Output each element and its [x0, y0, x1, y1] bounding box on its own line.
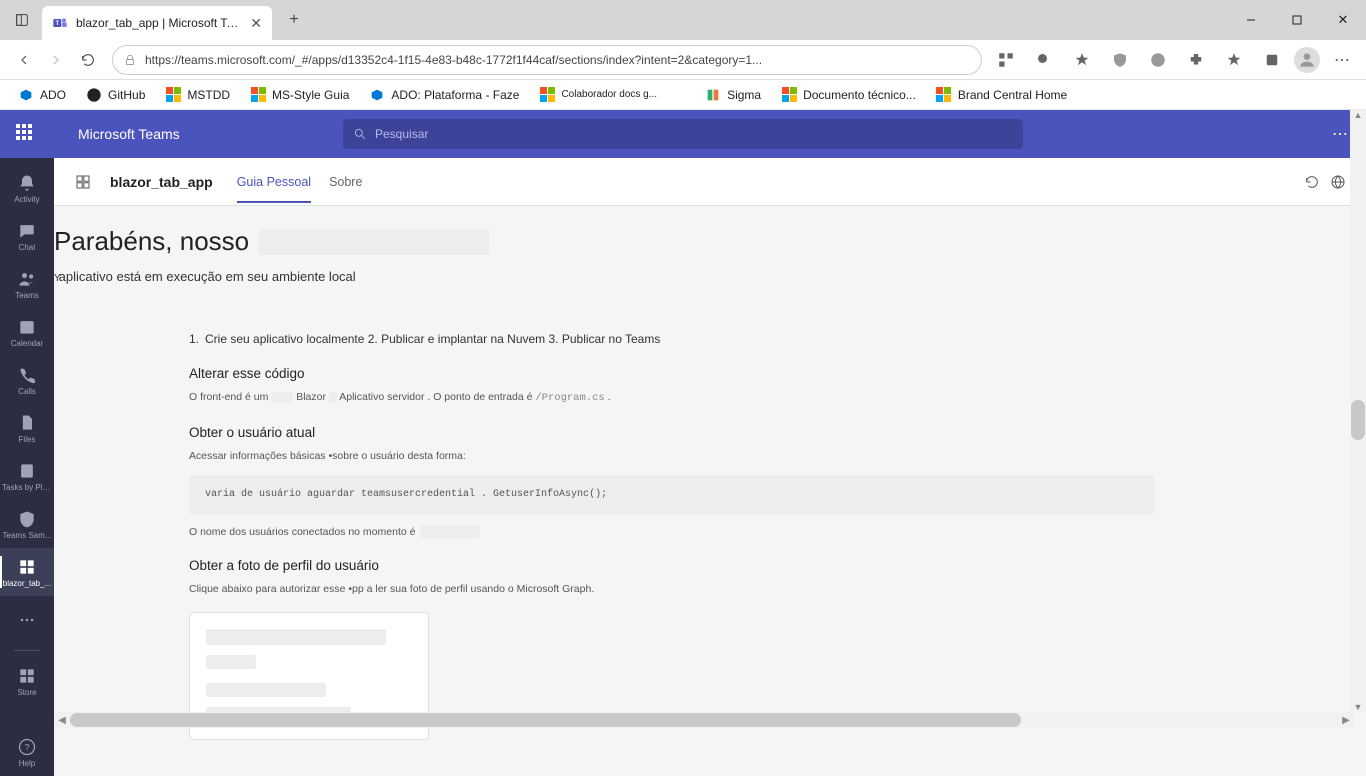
- browser-titlebar: T blazor_tab_app | Microsoft Teams ✕ + ✕: [0, 0, 1366, 40]
- rail-help[interactable]: ?Help: [0, 728, 54, 776]
- favorite-icon[interactable]: [1066, 44, 1098, 76]
- refresh-button[interactable]: [72, 44, 104, 76]
- browser-toolbar: https://teams.microsoft.com/_#/apps/d133…: [0, 40, 1366, 80]
- shield-icon[interactable]: [1104, 44, 1136, 76]
- mute-icon[interactable]: [1142, 44, 1174, 76]
- ado-icon: [369, 87, 385, 103]
- rail-teams-sample[interactable]: Teams Sam...: [0, 500, 54, 548]
- rail-more[interactable]: [0, 596, 54, 644]
- bookmark-brand[interactable]: Brand Central Home: [930, 87, 1073, 103]
- h-photo: Obter a foto de perfil do usuário: [189, 558, 1154, 573]
- h-change-code: Alterar esse código: [189, 366, 1154, 381]
- sigma-icon: [705, 87, 721, 103]
- maximize-button[interactable]: [1274, 0, 1320, 40]
- scroll-thumb-x[interactable]: [70, 713, 1021, 727]
- svg-text:?: ?: [24, 742, 29, 752]
- browser-tab[interactable]: T blazor_tab_app | Microsoft Teams ✕: [42, 6, 272, 40]
- forward-button[interactable]: [40, 44, 72, 76]
- url-text: https://teams.microsoft.com/_#/apps/d133…: [145, 53, 971, 67]
- new-tab-button[interactable]: +: [280, 6, 308, 34]
- p-username: O nome dos usuários conectados no moment…: [189, 524, 1154, 541]
- waffle-icon[interactable]: [16, 124, 36, 144]
- lock-icon: [123, 53, 137, 67]
- bookmark-github[interactable]: GitHub: [80, 87, 151, 103]
- p-frontend: O front-end é um Blazor Aplicativo servi…: [189, 389, 1154, 407]
- extensions-icon[interactable]: [1180, 44, 1212, 76]
- tab-close-icon[interactable]: ✕: [250, 15, 262, 32]
- rail-activity[interactable]: Activity: [0, 164, 54, 212]
- teams-title: Microsoft Teams: [78, 126, 180, 142]
- rail-files[interactable]: Files: [0, 404, 54, 452]
- ms-icon: [539, 87, 555, 103]
- left-rail: Activity Chat Teams Calendar Calls Files…: [0, 158, 54, 776]
- search-icon: [353, 127, 367, 141]
- globe-icon[interactable]: [1330, 174, 1346, 190]
- teams-search[interactable]: Pesquisar: [343, 119, 1023, 149]
- url-bar[interactable]: https://teams.microsoft.com/_#/apps/d133…: [112, 45, 982, 75]
- collections-icon[interactable]: [1256, 44, 1288, 76]
- app-name: blazor_tab_app: [110, 174, 213, 190]
- search-placeholder: Pesquisar: [375, 127, 428, 141]
- ms-icon: [781, 87, 797, 103]
- scroll-thumb-y[interactable]: [1351, 400, 1365, 440]
- teams-favicon-icon: T: [52, 15, 68, 31]
- bookmark-ado-platform[interactable]: ADO: Plataforma - Faze: [363, 87, 525, 103]
- rail-chat[interactable]: Chat: [0, 212, 54, 260]
- refresh-app-icon[interactable]: [1304, 174, 1320, 190]
- profile-avatar[interactable]: [1294, 47, 1320, 73]
- svg-text:T: T: [55, 21, 59, 27]
- tab-personal[interactable]: Guia Pessoal: [237, 161, 311, 203]
- close-button[interactable]: ✕: [1320, 0, 1366, 40]
- minimize-button[interactable]: [1228, 0, 1274, 40]
- teams-more-icon[interactable]: ⋯: [1332, 124, 1350, 144]
- app-tabs: blazor_tab_app Guia Pessoal Sobre: [54, 158, 1366, 206]
- rail-store[interactable]: Store: [0, 657, 54, 705]
- back-button[interactable]: [8, 44, 40, 76]
- bookmark-sigma[interactable]: Sigma: [699, 87, 767, 103]
- github-icon: [86, 87, 102, 103]
- bookmark-colab[interactable]: Colaborador docs g...: [533, 87, 663, 103]
- bookmarks-bar: ADO GitHub MSTDD MS-Style Guia ADO: Plat…: [0, 80, 1366, 110]
- ado-icon: [18, 87, 34, 103]
- p-user: Acessar informações básicas •sobre o usu…: [189, 448, 1154, 465]
- favorites-star-icon[interactable]: [1218, 44, 1250, 76]
- p-photo: Clique abaixo para autorizar esse •pp a …: [189, 581, 1154, 598]
- redacted-name: [259, 229, 489, 255]
- zoom-icon[interactable]: [1028, 44, 1060, 76]
- app-grid-icon: [74, 173, 92, 191]
- ms-icon: [165, 87, 181, 103]
- h-user: Obter o usuário atual: [189, 425, 1154, 440]
- bookmark-docs[interactable]: Documento técnico...: [775, 87, 922, 103]
- apps-icon[interactable]: [990, 44, 1022, 76]
- bookmark-ado[interactable]: ADO: [12, 87, 72, 103]
- steps-list: 1.Crie seu aplicativo localmente 2. Publ…: [189, 332, 1154, 346]
- vertical-scrollbar[interactable]: ▲ ▼: [1350, 110, 1366, 712]
- rail-teams[interactable]: Teams: [0, 260, 54, 308]
- teams-header: Microsoft Teams Pesquisar ⋯: [0, 110, 1366, 158]
- tab-about[interactable]: Sobre: [329, 161, 362, 203]
- ms-icon: [250, 87, 266, 103]
- bookmark-msstyle[interactable]: MS-Style Guia: [244, 87, 355, 103]
- rail-calls[interactable]: Calls: [0, 356, 54, 404]
- rail-blazor-app[interactable]: blazor_tab_...: [0, 548, 54, 596]
- more-icon[interactable]: [1326, 44, 1358, 76]
- horizontal-scrollbar[interactable]: ◀ ▶: [54, 712, 1354, 728]
- code-block: varia de usuário aguardar teamsusercrede…: [189, 475, 1154, 514]
- ms-icon: [936, 87, 952, 103]
- hero-title: Parabéns, nosso: [54, 226, 249, 257]
- window-controls: ✕: [1228, 0, 1366, 40]
- bookmark-mstdd[interactable]: MSTDD: [159, 87, 236, 103]
- rail-tasks[interactable]: Tasks by Pla...: [0, 452, 54, 500]
- tab-actions-icon[interactable]: [8, 6, 36, 34]
- app-main: blazor_tab_app Guia Pessoal Sobre Parabé…: [54, 158, 1366, 776]
- content-area: Parabéns, nosso Yaplicativo está em exec…: [54, 206, 1366, 776]
- rail-calendar[interactable]: Calendar: [0, 308, 54, 356]
- tab-title: blazor_tab_app | Microsoft Teams: [76, 16, 244, 30]
- hero-subtitle: Yaplicativo está em execução em seu ambi…: [54, 269, 1366, 284]
